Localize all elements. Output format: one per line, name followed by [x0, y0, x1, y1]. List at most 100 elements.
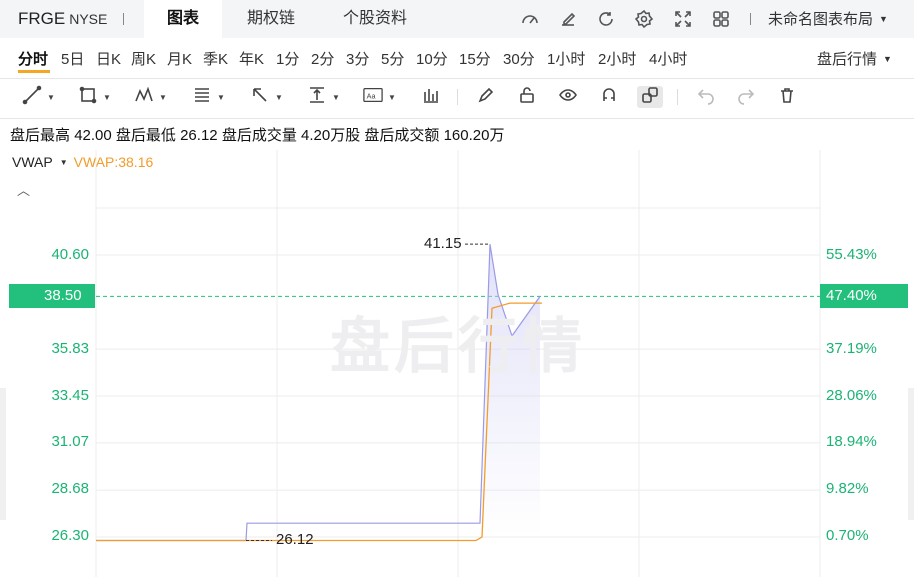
- pattern-tool[interactable]: ▼: [134, 86, 167, 108]
- tab-options-chain[interactable]: 期权链: [232, 0, 310, 38]
- measure-tool[interactable]: ▼: [307, 86, 340, 108]
- undo-button[interactable]: [696, 86, 716, 108]
- divider: [457, 89, 458, 105]
- period-30min[interactable]: 30分: [503, 48, 535, 69]
- period-3min[interactable]: 3分: [346, 48, 369, 69]
- undo-icon: [696, 85, 716, 110]
- y-tick-right: 55.43%: [826, 246, 877, 263]
- indicator-name: VWAP: [12, 154, 53, 170]
- price-area: [480, 244, 540, 537]
- high-marker-label: 41.15: [424, 235, 462, 252]
- y-tick-right: 9.82%: [826, 480, 869, 497]
- session-label: 盘后行情: [817, 51, 878, 68]
- layout-selector[interactable]: 未命名图表布局 ▼: [768, 0, 888, 38]
- chevron-down-icon: ▼: [275, 92, 283, 102]
- lock-icon: [517, 85, 537, 110]
- volume-value: 4.20万股: [301, 127, 361, 144]
- fibonacci-tool[interactable]: ▼: [192, 86, 225, 108]
- scroll-handle-left[interactable]: [0, 388, 6, 520]
- y-tick-left: 33.45: [51, 387, 89, 404]
- volume-label: 盘后成交量: [221, 127, 297, 144]
- svg-text:Aa: Aa: [367, 91, 377, 100]
- period-5min[interactable]: 5分: [381, 48, 404, 69]
- lock-tool[interactable]: [517, 86, 537, 108]
- indicator-tool[interactable]: [421, 86, 441, 108]
- magnet-tool[interactable]: [599, 86, 619, 108]
- high-value: 42.00: [74, 127, 112, 144]
- text-tool[interactable]: Aa ▼: [363, 86, 396, 108]
- link-icon: [640, 85, 660, 110]
- y-tick-left: 31.07: [51, 433, 89, 450]
- watermark: 盘后行情: [330, 312, 586, 382]
- period-1hour[interactable]: 1小时: [547, 48, 585, 69]
- y-tick-left: 40.60: [51, 246, 89, 263]
- link-tool[interactable]: [637, 86, 663, 108]
- pen-tool[interactable]: [476, 86, 496, 108]
- y-tick-left: 28.68: [51, 480, 89, 497]
- settings-icon[interactable]: [634, 9, 654, 29]
- session-selector[interactable]: 盘后行情 ▼: [817, 48, 892, 69]
- period-4hour[interactable]: 4小时: [649, 48, 687, 69]
- arrow-tool[interactable]: ▼: [250, 86, 283, 108]
- low-marker-label: 26.12: [276, 531, 314, 548]
- indicator-icon: [421, 85, 441, 110]
- measure-tool-icon: [307, 85, 327, 110]
- low-value: 26.12: [180, 127, 218, 144]
- indicator-legend[interactable]: VWAP ▼ VWAP:38.16: [12, 154, 153, 170]
- chevron-down-icon: ▼: [879, 14, 888, 24]
- fullscreen-icon[interactable]: [673, 9, 693, 29]
- y-tick-right: 28.06%: [826, 387, 877, 404]
- current-change-label: 47.40%: [820, 284, 908, 308]
- price-line: [96, 244, 541, 542]
- magnet-icon: [599, 85, 619, 110]
- period-intraday[interactable]: 分时: [18, 48, 48, 69]
- redo-button[interactable]: [736, 86, 756, 108]
- line-tool-icon: [22, 85, 42, 110]
- period-day[interactable]: 日K: [96, 48, 121, 69]
- ticker-symbol: FRGE NYSE: [18, 9, 107, 29]
- line-tool[interactable]: ▼: [22, 85, 55, 110]
- refresh-icon[interactable]: [596, 9, 616, 29]
- low-label: 盘后最低: [115, 127, 176, 144]
- chevron-down-icon: ▼: [59, 158, 68, 167]
- period-15min[interactable]: 15分: [459, 48, 491, 69]
- layout-name: 未命名图表布局: [768, 11, 874, 28]
- delete-button[interactable]: [777, 86, 797, 108]
- divider: [123, 13, 124, 25]
- period-1min[interactable]: 1分: [276, 48, 299, 69]
- gauge-icon[interactable]: [520, 9, 540, 29]
- period-quarter[interactable]: 季K: [203, 48, 228, 69]
- divider: [0, 118, 914, 119]
- period-year[interactable]: 年K: [239, 48, 264, 69]
- arrow-tool-icon: [250, 85, 270, 110]
- divider: [0, 78, 914, 79]
- edit-icon[interactable]: [558, 9, 578, 29]
- scroll-handle-right[interactable]: [908, 388, 914, 520]
- divider: [750, 13, 751, 25]
- chevron-down-icon: ▼: [47, 92, 55, 102]
- turnover-value: 160.20万: [443, 127, 505, 144]
- fibonacci-tool-icon: [192, 85, 212, 110]
- current-price-label: 38.50: [9, 284, 95, 308]
- text-tool-icon: Aa: [363, 85, 383, 110]
- period-month[interactable]: 月K: [167, 48, 192, 69]
- y-tick-right: 37.19%: [826, 340, 877, 357]
- visibility-tool[interactable]: [558, 86, 578, 108]
- exchange-code: NYSE: [69, 11, 108, 27]
- turnover-label: 盘后成交额: [364, 127, 440, 144]
- active-period-indicator: [18, 70, 50, 73]
- y-tick-left: 35.83: [51, 340, 89, 357]
- chevron-down-icon: ▼: [103, 92, 111, 102]
- grid-layout-icon[interactable]: [711, 9, 731, 29]
- period-week[interactable]: 周K: [131, 48, 156, 69]
- tab-stock-profile[interactable]: 个股资料: [330, 0, 420, 38]
- period-2hour[interactable]: 2小时: [598, 48, 636, 69]
- redo-icon: [736, 85, 756, 110]
- period-10min[interactable]: 10分: [416, 48, 448, 69]
- tab-chart[interactable]: 图表: [144, 0, 222, 38]
- rectangle-tool[interactable]: ▼: [78, 86, 111, 108]
- period-5d[interactable]: 5日: [61, 48, 84, 69]
- period-2min[interactable]: 2分: [311, 48, 334, 69]
- trash-icon: [777, 85, 797, 110]
- collapse-icon[interactable]: ︿: [17, 180, 30, 199]
